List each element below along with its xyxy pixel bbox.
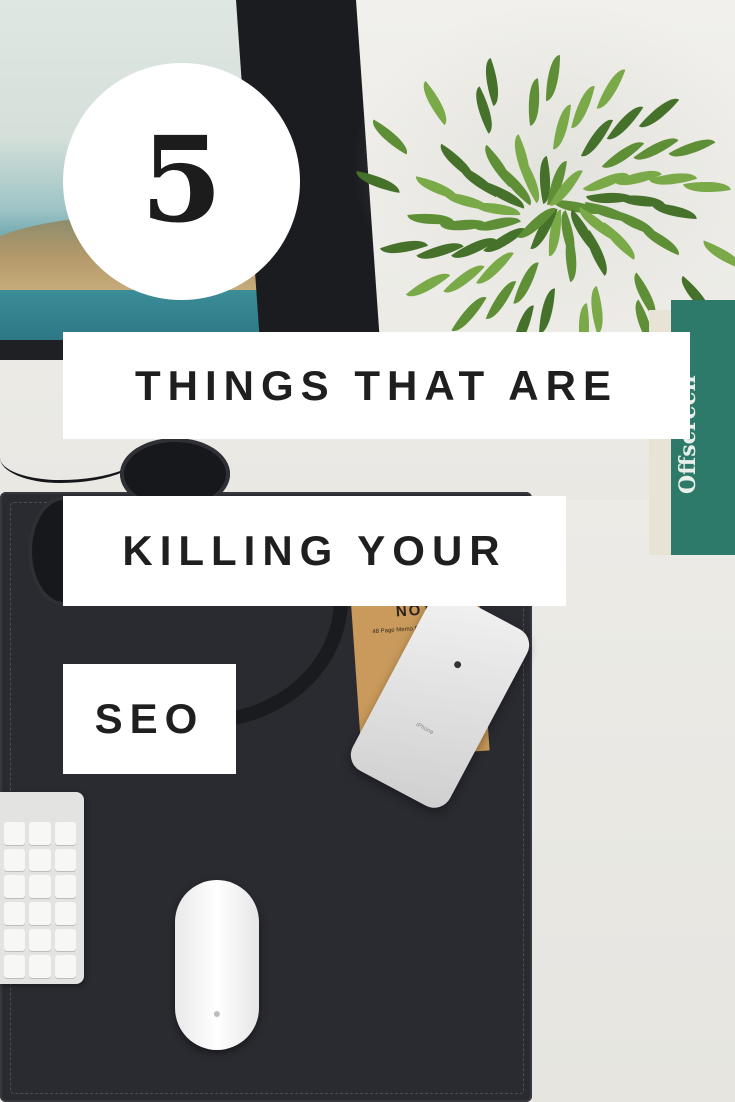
keyboard: [0, 792, 84, 984]
key: [4, 955, 26, 978]
phone-label: iPhone: [414, 722, 435, 737]
headline-banner-2: KILLING YOUR: [63, 496, 566, 606]
key: [54, 848, 76, 872]
key: [54, 955, 76, 978]
key: [29, 848, 51, 872]
key: [29, 875, 51, 898]
key: [4, 848, 26, 872]
key: [54, 928, 76, 952]
key: [4, 875, 26, 898]
headline-line-1: THINGS THAT ARE: [135, 361, 618, 409]
headline-line-2: KILLING YOUR: [122, 527, 507, 574]
pin-graphic: Offscreen NOTE 48 Page Memo Durable Mate…: [0, 0, 735, 1102]
key: [54, 875, 76, 898]
headline-line-3: SEO: [94, 695, 205, 742]
headline-banner-3: SEO: [63, 664, 236, 774]
key: [54, 901, 76, 925]
apple-logo-icon: ●: [212, 1005, 222, 1021]
headline-banner-1: THINGS THAT ARE: [63, 332, 690, 439]
key: [29, 822, 51, 845]
number-circle: 5: [63, 63, 300, 300]
key: [29, 928, 51, 952]
key: [29, 901, 51, 925]
keyboard-keys: [4, 822, 76, 978]
apple-logo-icon: ●: [449, 654, 466, 675]
key: [4, 928, 26, 952]
key: [4, 901, 26, 925]
key: [29, 955, 51, 978]
key: [54, 822, 76, 845]
mouse: ●: [175, 880, 259, 1050]
headline-number: 5: [140, 109, 223, 249]
key: [4, 822, 26, 845]
